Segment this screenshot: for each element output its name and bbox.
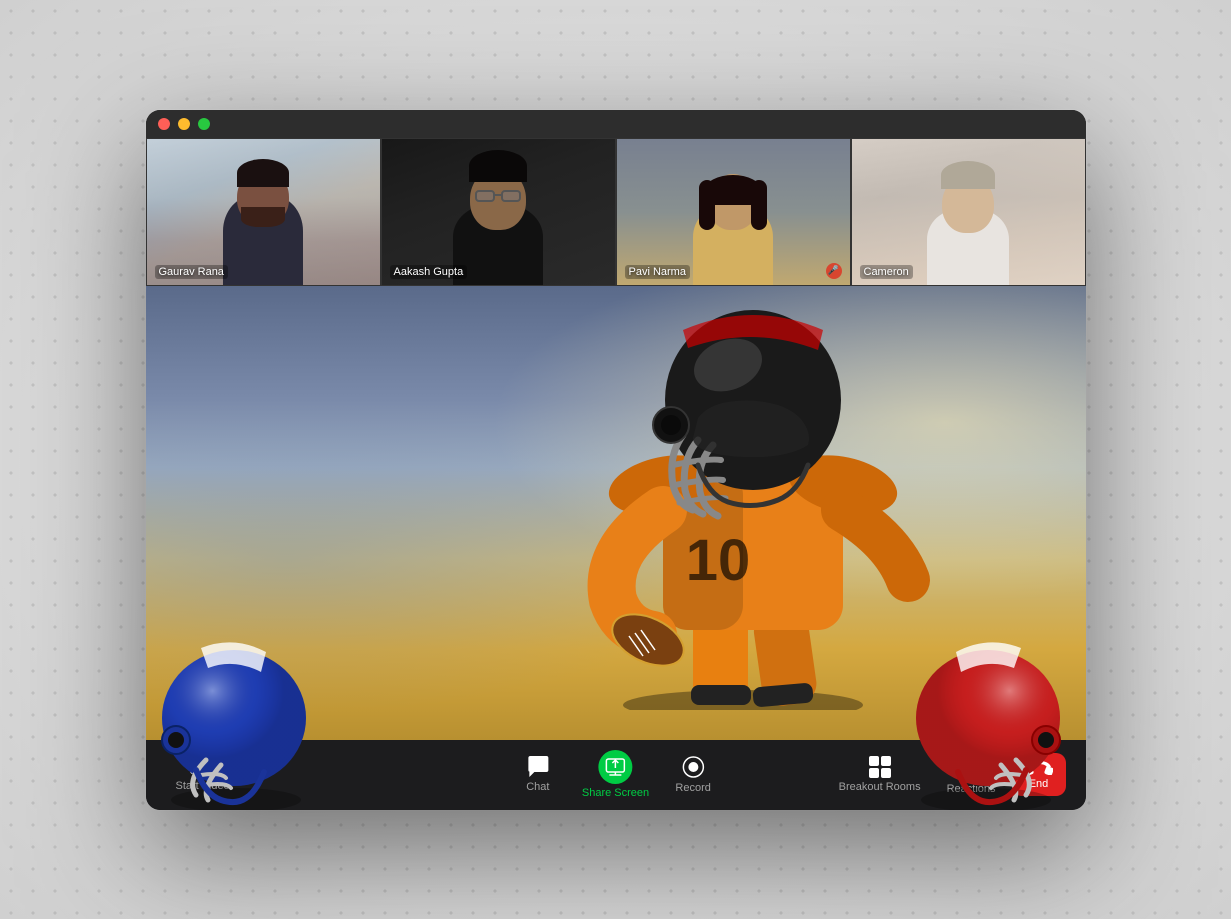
participant-name-aakash: Aakash Gupta xyxy=(390,265,468,279)
title-bar xyxy=(146,110,1086,138)
chat-label: Chat xyxy=(526,781,549,793)
svg-text:10: 10 xyxy=(685,528,750,593)
minimize-button[interactable] xyxy=(178,118,190,130)
maximize-button[interactable] xyxy=(198,118,210,130)
chat-icon xyxy=(526,756,550,778)
participant-pavi: Pavi Narma 🎤 xyxy=(616,138,851,286)
participant-name-gaurav: Gaurav Rana xyxy=(155,265,228,279)
participant-name-pavi: Pavi Narma xyxy=(625,265,690,279)
chat-button[interactable]: Chat xyxy=(510,750,566,799)
record-button[interactable]: Record xyxy=(665,749,721,800)
helmet-right xyxy=(896,630,1076,810)
mic-off-icon: 🎤 xyxy=(826,263,842,279)
participant-aakash: Aakash Gupta xyxy=(381,138,616,286)
breakout-rooms-icon xyxy=(869,756,891,778)
record-label: Record xyxy=(675,782,710,794)
share-screen-icon xyxy=(598,750,632,784)
participant-cameron: Cameron xyxy=(851,138,1086,286)
participant-gaurav: Gaurav Rana xyxy=(146,138,381,286)
close-button[interactable] xyxy=(158,118,170,130)
record-icon xyxy=(681,755,705,779)
share-screen-label: Share Screen xyxy=(582,787,649,799)
participants-row: Gaurav Rana xyxy=(146,138,1086,286)
helmet-left xyxy=(146,630,326,810)
share-screen-button[interactable]: Share Screen xyxy=(572,744,659,805)
scene-wrapper: Gaurav Rana xyxy=(126,50,1106,870)
participant-name-cameron: Cameron xyxy=(860,265,913,279)
